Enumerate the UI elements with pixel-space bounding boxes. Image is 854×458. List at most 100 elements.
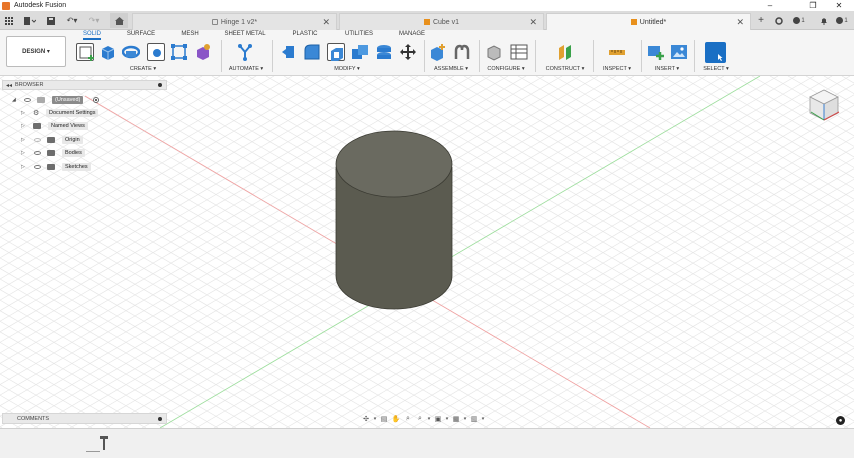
- close-window-button[interactable]: ✕: [826, 0, 852, 11]
- tab-utilities[interactable]: UTILITIES: [344, 31, 374, 37]
- measure-icon[interactable]: [608, 43, 626, 61]
- dropdown-arrow-icon[interactable]: ▾: [463, 414, 467, 424]
- orbit-icon[interactable]: ✣: [361, 414, 371, 424]
- dropdown-arrow-icon[interactable]: ▾: [373, 414, 377, 424]
- tab-mesh[interactable]: MESH: [180, 31, 200, 37]
- expand-triangle-icon[interactable]: ▷: [21, 123, 25, 129]
- configure-table-icon[interactable]: [486, 43, 504, 61]
- insert-group-label[interactable]: INSERT ▾: [647, 66, 687, 72]
- activate-radio-icon[interactable]: [93, 96, 99, 103]
- construct-group-label[interactable]: CONSTRUCT ▾: [540, 66, 590, 72]
- pin-icon[interactable]: [158, 83, 162, 87]
- browser-item-sketches[interactable]: ▷ Sketches: [2, 160, 167, 173]
- move-copy-icon[interactable]: [399, 43, 417, 61]
- extensions-icon[interactable]: [772, 13, 786, 28]
- modify-group-label[interactable]: MODIFY ▾: [325, 66, 369, 72]
- browser-item-bodies[interactable]: ▷ Bodies: [2, 147, 167, 160]
- assistant-chat-icon[interactable]: ●: [836, 416, 845, 425]
- tab-manage[interactable]: MANAGE: [398, 31, 426, 37]
- close-tab-icon[interactable]: ✕: [736, 17, 744, 28]
- file-menu-icon[interactable]: [21, 13, 39, 28]
- insert-image-icon[interactable]: [670, 43, 688, 61]
- select-cursor-icon[interactable]: [705, 42, 726, 63]
- visibility-eye-icon[interactable]: [34, 151, 41, 156]
- undo-icon[interactable]: ↶▾: [63, 13, 81, 28]
- inspect-group-label[interactable]: INSPECT ▾: [598, 66, 636, 72]
- expand-triangle-icon[interactable]: ▷: [21, 164, 25, 170]
- hole-icon[interactable]: [147, 43, 165, 61]
- workspace-switcher-button[interactable]: DESIGN ▾: [6, 36, 66, 67]
- configurations-icon[interactable]: [510, 43, 528, 61]
- look-at-icon[interactable]: ▤: [379, 414, 389, 424]
- joint-icon[interactable]: [453, 43, 471, 61]
- create-sketch-icon[interactable]: [76, 43, 94, 61]
- item-label: Sketches: [62, 162, 91, 171]
- help-icon[interactable]: 1: [833, 13, 851, 28]
- new-component-icon[interactable]: [429, 43, 447, 61]
- add-comment-icon[interactable]: [158, 416, 162, 421]
- tab-sheet-metal[interactable]: SHEET METAL: [223, 31, 267, 37]
- display-settings-icon[interactable]: ▣: [433, 414, 443, 424]
- home-icon[interactable]: [110, 13, 128, 28]
- select-group-label[interactable]: SELECT ▾: [698, 66, 734, 72]
- tab-plastic[interactable]: PLASTIC: [291, 31, 319, 37]
- dropdown-arrow-icon[interactable]: ▾: [481, 414, 485, 424]
- tab-cube[interactable]: Cube v1 ✕: [339, 13, 544, 30]
- tab-solid[interactable]: SOLID: [83, 31, 101, 40]
- collapse-panel-icon[interactable]: ◂◂: [6, 82, 12, 89]
- pan-hand-icon[interactable]: ✋: [391, 414, 401, 424]
- view-cube[interactable]: [806, 85, 842, 125]
- fit-zoom-icon[interactable]: ⌕: [415, 414, 425, 424]
- offset-plane-icon[interactable]: [557, 43, 575, 61]
- timeline-marker-icon[interactable]: [100, 436, 108, 450]
- grid-settings-icon[interactable]: ▦: [451, 414, 461, 424]
- shell-icon[interactable]: [327, 43, 345, 61]
- apps-grid-icon[interactable]: [2, 13, 16, 28]
- browser-root-row[interactable]: ◢ (Unsaved): [2, 93, 167, 106]
- cube-icon: [630, 19, 637, 25]
- dropdown-arrow-icon[interactable]: ▾: [427, 414, 431, 424]
- hidden-eye-icon[interactable]: [34, 137, 41, 142]
- navigation-toolbar: ✣ ▾ ▤ ✋ ⌕ ⌕ ▾ ▣ ▾ ▦ ▾ ▥ ▾: [361, 412, 493, 425]
- tab-hinge[interactable]: Hinge 1 v2* ✕: [132, 13, 337, 30]
- revolve-icon[interactable]: [121, 43, 141, 61]
- minimize-button[interactable]: –: [757, 0, 783, 11]
- split-body-icon[interactable]: [375, 43, 393, 61]
- create-form-icon[interactable]: [194, 43, 212, 61]
- create-group-label[interactable]: CREATE ▾: [118, 66, 168, 72]
- job-status-icon[interactable]: 1: [790, 13, 808, 28]
- browser-item-named-views[interactable]: ▷ Named Views: [2, 120, 167, 133]
- expand-triangle-icon[interactable]: ▷: [21, 110, 25, 116]
- notifications-bell-icon[interactable]: [817, 13, 831, 28]
- automate-group-label[interactable]: AUTOMATE ▾: [222, 66, 270, 72]
- viewports-icon[interactable]: ▥: [469, 414, 479, 424]
- configure-group-label[interactable]: CONFIGURE ▾: [482, 66, 530, 72]
- tab-surface[interactable]: SURFACE: [125, 31, 157, 37]
- pattern-icon[interactable]: [170, 43, 188, 61]
- close-tab-icon[interactable]: ✕: [529, 17, 537, 28]
- close-tab-icon[interactable]: ✕: [322, 17, 330, 28]
- save-icon[interactable]: [45, 13, 57, 28]
- expand-triangle-icon[interactable]: ▷: [21, 137, 25, 143]
- visibility-eye-icon[interactable]: [24, 97, 31, 102]
- automate-icon[interactable]: [236, 43, 254, 61]
- browser-item-origin[interactable]: ▷ Origin: [2, 133, 167, 146]
- insert-derive-icon[interactable]: [647, 43, 665, 61]
- visibility-eye-icon[interactable]: [34, 164, 41, 169]
- comments-panel[interactable]: COMMENTS: [2, 413, 167, 424]
- browser-item-document-settings[interactable]: ▷ ⚙ Document Settings: [2, 106, 167, 119]
- extrude-box-icon[interactable]: [99, 43, 117, 61]
- combine-icon[interactable]: [351, 43, 369, 61]
- browser-header[interactable]: ◂◂ BROWSER: [2, 80, 167, 90]
- dropdown-arrow-icon[interactable]: ▾: [445, 414, 449, 424]
- press-pull-icon[interactable]: [280, 43, 298, 61]
- collapse-triangle-icon[interactable]: ◢: [12, 97, 16, 103]
- new-tab-plus-icon[interactable]: +: [755, 13, 767, 28]
- assemble-group-label[interactable]: ASSEMBLE ▾: [426, 66, 476, 72]
- fillet-icon[interactable]: [303, 43, 321, 61]
- maximize-button[interactable]: ❐: [800, 0, 826, 11]
- tab-untitled[interactable]: Untitled* ✕: [546, 13, 751, 30]
- expand-triangle-icon[interactable]: ▷: [21, 150, 25, 156]
- zoom-icon[interactable]: ⌕: [403, 414, 413, 424]
- redo-icon[interactable]: ↷▾: [85, 13, 103, 28]
